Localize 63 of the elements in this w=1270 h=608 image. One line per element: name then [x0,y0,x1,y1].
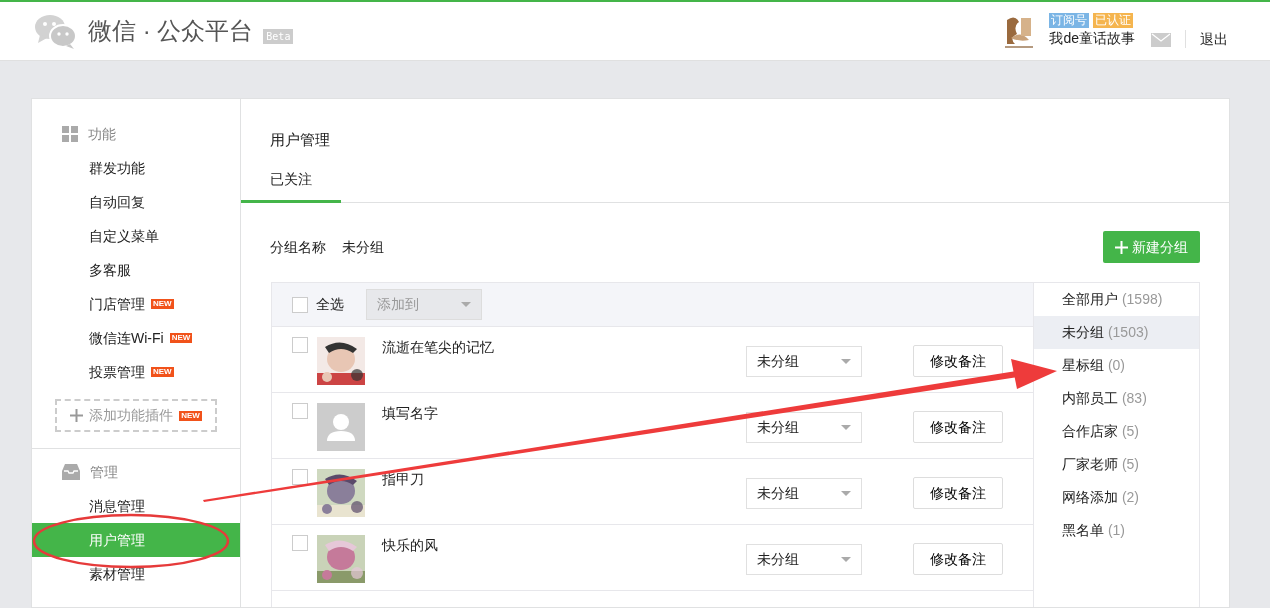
caret-icon [841,425,851,430]
add-plugin-label: 添加功能插件 [89,406,174,425]
caret-icon [461,302,471,307]
caret-icon [841,359,851,364]
account-name: 我de童话故事 [1049,29,1135,48]
checkbox[interactable] [292,337,308,353]
caret-icon [841,491,851,496]
sidebar-item-label[interactable]: 门店管理 [89,287,145,321]
sidebar-item[interactable]: 消息管理 [32,489,240,523]
account-tag: 已认证 [1093,13,1134,28]
group-item[interactable]: 合作店家 (5) [1034,415,1199,448]
checkbox[interactable] [292,469,308,485]
group-dropdown[interactable]: 未分组 [746,544,862,575]
group-dropdown[interactable]: 未分组 [746,346,862,377]
group-item[interactable]: 内部员工 (83) [1034,382,1199,415]
edit-remark-button[interactable]: 修改备注 [913,477,1003,509]
group-label: 分组名称 [270,237,326,257]
sidebar-item[interactable]: 素材管理 [32,557,240,591]
group-dropdown[interactable]: 未分组 [746,478,862,509]
logout-link[interactable]: 退出 [1200,28,1228,50]
user-name: 指甲刀 [382,470,425,489]
new-badge: NEW [179,410,202,421]
mail-icon[interactable] [1151,32,1171,47]
user-name: 填写名字 [382,404,439,423]
group-item[interactable]: 黑名单 (1) [1034,514,1199,547]
inbox-icon [62,464,80,480]
tab[interactable]: 已关注 [241,169,341,203]
edit-remark-button[interactable]: 修改备注 [913,543,1003,575]
logo-text: 微信 · 公众平台 [88,16,254,46]
sidebar-item-label[interactable]: 投票管理 [89,355,145,389]
group-item[interactable]: 全部用户 (1598) [1034,283,1199,316]
new-badge: NEW [151,367,174,377]
grid-icon [62,126,78,142]
checkbox[interactable] [292,296,308,313]
add-plugin-button[interactable]: 添加功能插件 NEW [55,399,217,432]
new-badge: NEW [151,299,174,309]
group-item[interactable]: 未分组 (1503) [1034,316,1199,349]
plus-icon [70,409,84,422]
page-title: 用户管理 [269,130,331,150]
group-value: 未分组 [342,237,384,257]
default-avatar-icon [317,403,365,451]
sidebar-item[interactable]: 自动回复 [32,185,240,219]
sidebar-item-label[interactable]: 微信连Wi-Fi [89,321,164,355]
caret-icon [841,557,851,562]
group-item[interactable]: 星标组 (0) [1034,349,1199,382]
group-item[interactable]: 网络添加 (2) [1034,481,1199,514]
section-title: 功能 [88,124,116,144]
sidebar-item[interactable]: 多客服 [32,253,240,287]
group-item[interactable]: 厂家老师 (5) [1034,448,1199,481]
new-badge: NEW [169,333,193,343]
user-name: 流逝在笔尖的记忆 [382,338,495,357]
select-all-label: 全选 [316,295,344,314]
plus-icon [1115,240,1128,254]
account-tag: 订阅号 [1049,13,1090,28]
edit-remark-button[interactable]: 修改备注 [913,345,1003,377]
checkbox[interactable] [292,403,308,419]
sidebar-item[interactable]: 群发功能 [32,151,240,185]
checkbox[interactable] [292,535,308,551]
logo-icon [34,13,78,49]
sidebar-item[interactable]: 自定义菜单 [32,219,240,253]
section-title: 管理 [90,462,118,482]
user-name: 快乐的风 [382,536,439,555]
edit-remark-button[interactable]: 修改备注 [913,411,1003,443]
